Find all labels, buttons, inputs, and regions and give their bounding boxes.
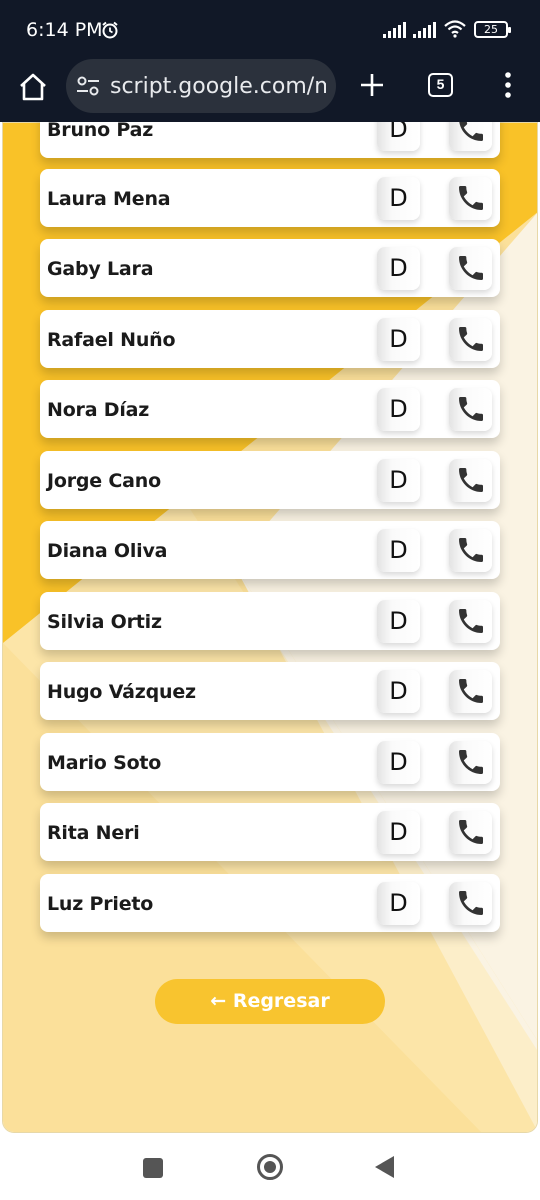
- home-icon[interactable]: [16, 70, 50, 104]
- d-button[interactable]: D: [377, 600, 420, 643]
- call-button[interactable]: [449, 388, 492, 431]
- signal-icon-2: [413, 22, 436, 38]
- call-button[interactable]: [449, 122, 492, 151]
- call-button[interactable]: [449, 670, 492, 713]
- phone-icon: [459, 397, 483, 421]
- tab-switcher-button[interactable]: 5: [428, 73, 453, 97]
- phone-icon: [459, 122, 483, 141]
- contact-name: Silvia Ortiz: [47, 611, 162, 633]
- contact-name: Rafael Nuño: [47, 329, 176, 351]
- system-nav-bar: [0, 1135, 540, 1200]
- page-content: Bruno Paz D Laura Mena D Gaby Lara D Raf…: [0, 122, 540, 1135]
- phone-icon: [459, 891, 483, 915]
- address-bar[interactable]: script.google.com/m: [66, 59, 336, 113]
- call-button[interactable]: [449, 741, 492, 784]
- contact-name: Gaby Lara: [47, 258, 154, 280]
- call-button[interactable]: [449, 600, 492, 643]
- call-button[interactable]: [449, 318, 492, 361]
- contact-row: Hugo Vázquez D: [40, 662, 500, 720]
- contact-row: Luz Prieto D: [40, 874, 500, 932]
- call-button[interactable]: [449, 882, 492, 925]
- d-button[interactable]: D: [377, 177, 420, 220]
- contact-row: Rafael Nuño D: [40, 310, 500, 368]
- more-vert-icon[interactable]: [498, 70, 518, 100]
- contact-row: Nora Díaz D: [40, 380, 500, 438]
- contact-name: Diana Oliva: [47, 540, 168, 562]
- contact-row: Laura Mena D: [40, 169, 500, 227]
- contact-name: Jorge Cano: [47, 470, 161, 492]
- d-button[interactable]: D: [377, 388, 420, 431]
- d-button[interactable]: D: [377, 318, 420, 361]
- url-text: script.google.com/m: [110, 74, 326, 99]
- d-button[interactable]: D: [377, 247, 420, 290]
- contact-row: Rita Neri D: [40, 803, 500, 861]
- contact-name: Luz Prieto: [47, 893, 154, 915]
- d-button[interactable]: D: [377, 811, 420, 854]
- site-settings-icon[interactable]: [76, 75, 100, 97]
- call-button[interactable]: [449, 177, 492, 220]
- phone-icon: [459, 186, 483, 210]
- phone-icon: [459, 538, 483, 562]
- back-nav-button[interactable]: [375, 1156, 394, 1178]
- wifi-icon: [444, 20, 466, 38]
- d-button[interactable]: D: [377, 459, 420, 502]
- phone-icon: [459, 256, 483, 280]
- contact-row: Jorge Cano D: [40, 451, 500, 509]
- contact-name: Bruno Paz: [47, 122, 154, 141]
- phone-icon: [459, 468, 483, 492]
- d-button[interactable]: D: [377, 670, 420, 713]
- signal-icon: [383, 22, 406, 38]
- back-button[interactable]: ← Regresar: [155, 979, 385, 1024]
- call-button[interactable]: [449, 459, 492, 502]
- recent-apps-button[interactable]: [143, 1158, 163, 1178]
- contact-row: Gaby Lara D: [40, 239, 500, 297]
- new-tab-icon[interactable]: [358, 71, 386, 99]
- alarm-clock-icon: [102, 21, 118, 39]
- status-time: 6:14 PM: [26, 19, 103, 41]
- battery-indicator: 25: [474, 21, 511, 38]
- contact-row: Bruno Paz D: [40, 122, 500, 158]
- browser-toolbar: script.google.com/m 5: [0, 58, 540, 122]
- phone-icon: [459, 750, 483, 774]
- phone-icon: [459, 679, 483, 703]
- call-button[interactable]: [449, 811, 492, 854]
- contact-row: Silvia Ortiz D: [40, 592, 500, 650]
- contact-name: Nora Díaz: [47, 399, 150, 421]
- phone-icon: [459, 327, 483, 351]
- d-button[interactable]: D: [377, 529, 420, 572]
- d-button[interactable]: D: [377, 741, 420, 784]
- contact-row: Mario Soto D: [40, 733, 500, 791]
- contact-name: Mario Soto: [47, 752, 162, 774]
- call-button[interactable]: [449, 529, 492, 572]
- d-button[interactable]: D: [377, 882, 420, 925]
- home-nav-button[interactable]: [257, 1154, 283, 1180]
- phone-icon: [459, 609, 483, 633]
- contact-name: Laura Mena: [47, 188, 171, 210]
- contact-row: Diana Oliva D: [40, 521, 500, 579]
- contact-name: Rita Neri: [47, 822, 140, 844]
- status-bar: 6:14 PM 25: [0, 0, 540, 58]
- d-button[interactable]: D: [377, 122, 420, 151]
- phone-icon: [459, 820, 483, 844]
- call-button[interactable]: [449, 247, 492, 290]
- contact-name: Hugo Vázquez: [47, 681, 196, 703]
